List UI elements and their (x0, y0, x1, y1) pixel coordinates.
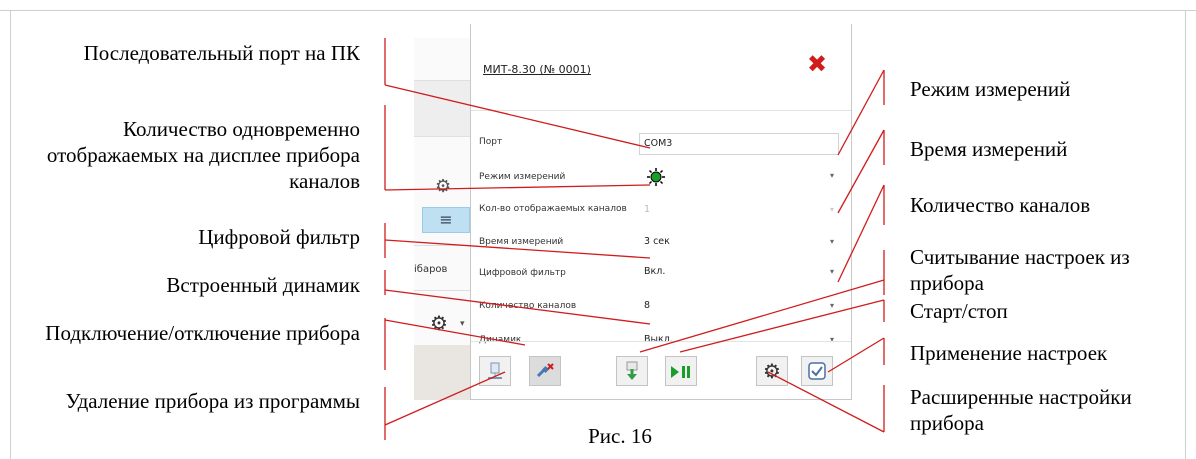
callout-measure-mode: Режим измерений (910, 77, 1071, 101)
callout-remove-device: Удаление прибора из программы (65, 389, 360, 413)
callout-advanced-settings: Расширенные настройки прибора (910, 385, 1132, 435)
callout-display-channels: Количество одновременно отображаемых на … (46, 117, 360, 193)
callout-start-stop: Старт/стоп (910, 299, 1008, 323)
callout-connect-disconnect: Подключение/отключение прибора (45, 321, 360, 345)
callout-apply-settings: Применение настроек (910, 341, 1108, 365)
callout-speaker: Встроенный динамик (166, 273, 360, 297)
callout-read-settings: Считывание настроек из прибора (910, 245, 1130, 295)
figure-caption: Рис. 16 (588, 424, 652, 448)
callout-measure-time: Время измерений (910, 137, 1068, 161)
callout-channel-count: Количество каналов (910, 193, 1091, 217)
callout-digital-filter: Цифровой фильтр (198, 225, 360, 249)
callout-serial-port: Последовательный порт на ПК (83, 41, 360, 65)
